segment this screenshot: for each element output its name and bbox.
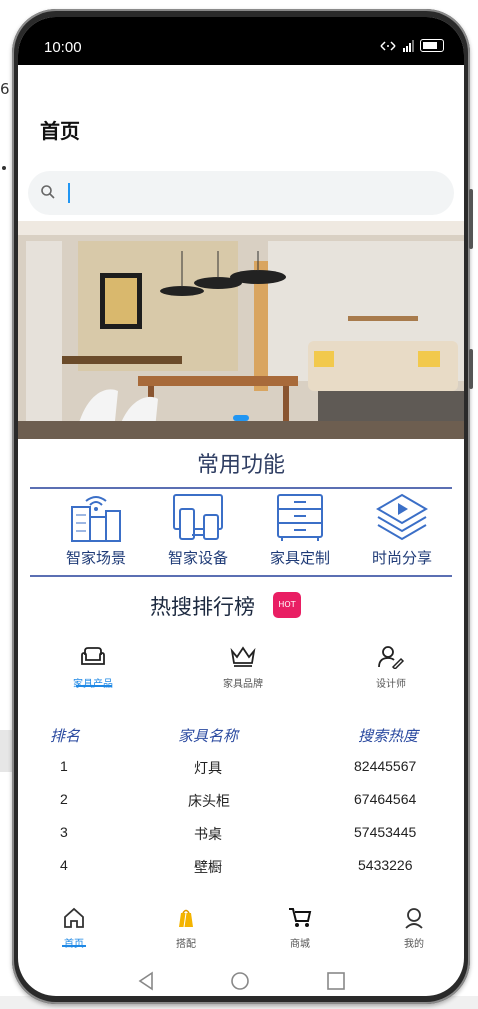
screen: 10:00 首页 常用功能 智家场景 智家设备 家具定制 时尚分享 热搜排行榜 …	[18, 17, 464, 996]
nav-home[interactable]: 首页	[44, 907, 104, 950]
nav-mall[interactable]: 商城	[270, 907, 330, 950]
column-header-name: 家具名称	[178, 728, 239, 745]
row-rank: 3	[60, 824, 68, 840]
function-smart-scene[interactable]	[46, 491, 146, 547]
banner-carousel[interactable]	[18, 221, 464, 439]
signal-icon	[403, 39, 414, 52]
common-functions-title: 常用功能	[196, 452, 285, 477]
battery-icon	[420, 39, 444, 52]
furniture-custom-icon	[277, 494, 323, 541]
nav-active-indicator	[62, 945, 86, 947]
tab-furniture-brands[interactable]: 家具品牌	[198, 645, 288, 690]
row-name: 壁橱	[194, 859, 222, 875]
row-name: 床头柜	[188, 793, 230, 809]
fashion-share-icon	[376, 493, 428, 541]
volume-button	[469, 189, 473, 249]
nav-label-mall: 商城	[290, 939, 310, 950]
hot-badge: HOT	[273, 592, 301, 618]
divider-bottom	[30, 575, 452, 577]
search-icon	[41, 185, 55, 199]
row-heat: 82445567	[354, 758, 417, 774]
living-room-image	[18, 221, 464, 439]
active-tab-indicator	[76, 685, 112, 687]
nav-label-home: 首页	[44, 935, 104, 950]
tab-furniture-products[interactable]: 家具产品	[48, 645, 138, 690]
sofa-icon	[81, 647, 105, 665]
row-rank: 1	[60, 758, 68, 774]
data-transfer-icon	[380, 40, 396, 51]
row-name: 灯具	[194, 760, 222, 776]
phone-frame: 10:00 首页 常用功能 智家场景 智家设备 家具定制 时尚分享 热搜排行榜 …	[12, 9, 473, 1004]
smart-device-icon	[173, 494, 223, 540]
background-artifact: 6	[0, 80, 10, 98]
status-bar: 10:00	[18, 17, 464, 65]
function-label-fashion-share: 时尚分享	[371, 550, 432, 567]
status-time: 10:00	[44, 39, 82, 56]
row-heat: 57453445	[354, 824, 417, 840]
function-label-furniture-custom: 家具定制	[269, 550, 330, 567]
divider-top	[30, 487, 452, 489]
status-icons	[380, 39, 444, 52]
outfit-bag-icon	[179, 909, 193, 928]
row-heat: 67464564	[354, 791, 417, 807]
row-heat: 5433226	[358, 857, 413, 873]
background-dot	[2, 166, 6, 170]
home-icon	[64, 907, 84, 928]
function-smart-device[interactable]	[148, 491, 248, 547]
function-label-smart-scene: 智家场景	[65, 550, 126, 567]
tab-label-products: 家具产品	[48, 675, 138, 690]
home-circle-icon[interactable]	[230, 971, 250, 991]
back-icon[interactable]	[136, 971, 156, 991]
tab-label-designers: 设计师	[376, 679, 406, 690]
row-rank: 4	[60, 857, 68, 873]
tab-designers[interactable]: 设计师	[346, 645, 436, 690]
hot-search-title: 热搜排行榜	[150, 596, 255, 619]
nav-label-outfit: 搭配	[176, 939, 196, 950]
column-header-rank: 排名	[50, 728, 81, 745]
text-cursor	[68, 183, 70, 203]
background-strip	[0, 730, 12, 772]
column-header-heat: 搜索热度	[358, 728, 419, 745]
designer-icon	[378, 646, 405, 671]
crown-icon	[230, 646, 256, 667]
row-name: 书桌	[194, 826, 222, 842]
cart-icon	[289, 908, 312, 927]
function-furniture-custom[interactable]	[250, 491, 350, 547]
system-navigation-bar	[18, 967, 464, 996]
page-title: 首页	[40, 121, 80, 143]
function-label-smart-device: 智家设备	[167, 550, 228, 567]
smart-home-scene-icon	[71, 496, 121, 542]
function-fashion-share[interactable]	[352, 491, 452, 547]
carousel-indicator	[233, 415, 249, 421]
power-button	[469, 349, 473, 389]
nav-outfit[interactable]: 搭配	[156, 907, 216, 950]
row-rank: 2	[60, 791, 68, 807]
recents-icon[interactable]	[326, 971, 346, 991]
nav-profile[interactable]: 我的	[384, 907, 444, 950]
search-input[interactable]	[28, 171, 454, 215]
profile-icon	[405, 908, 423, 929]
tab-label-brands: 家具品牌	[223, 679, 263, 690]
bottom-nav: 首页 搭配 商城	[18, 907, 464, 957]
nav-label-profile: 我的	[404, 939, 424, 950]
